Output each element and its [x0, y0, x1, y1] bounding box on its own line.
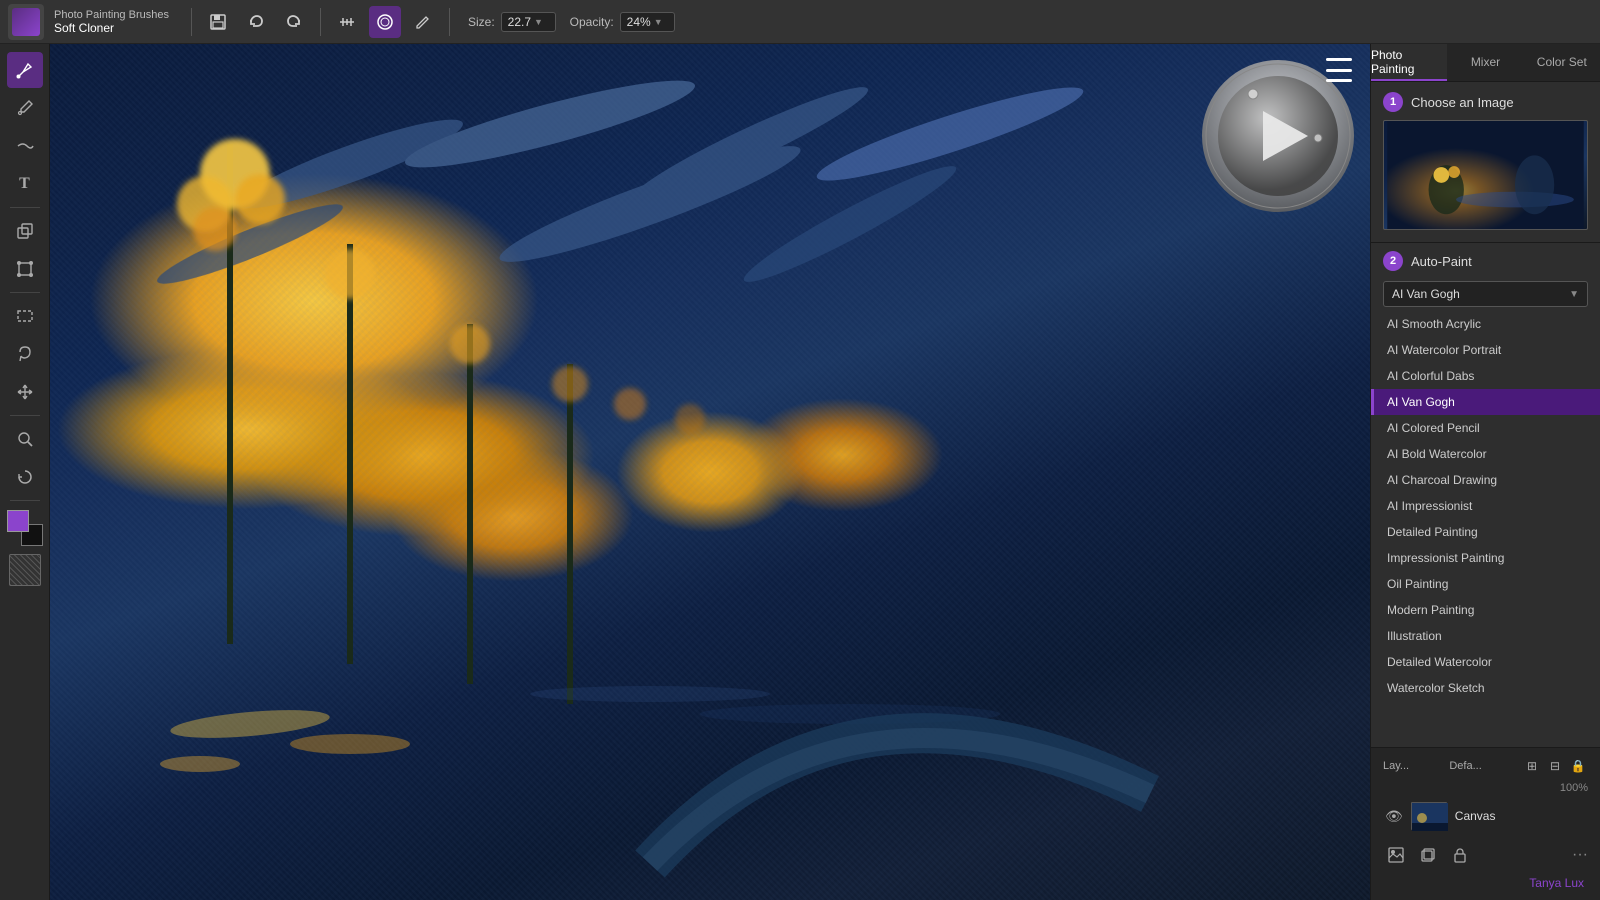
default-label: Defa... [1449, 760, 1481, 772]
app-logo [8, 4, 44, 40]
color-swatches[interactable] [7, 510, 43, 546]
layer-icon-2[interactable]: ⊟ [1545, 756, 1565, 776]
style-item-illustration[interactable]: Illustration [1371, 623, 1600, 649]
brush-selector-button[interactable] [369, 6, 401, 38]
toolbar-separator-3 [449, 8, 450, 36]
foreground-color-swatch[interactable] [7, 510, 29, 532]
style-item-ai-bold-watercolor[interactable]: AI Bold Watercolor [1371, 441, 1600, 467]
opacity-display: 100% [1379, 782, 1592, 794]
eyedropper-tool-button[interactable] [7, 90, 43, 126]
move-tool-button[interactable] [7, 374, 43, 410]
toolbar-separator-1 [191, 8, 192, 36]
clone-tool-button[interactable] [7, 213, 43, 249]
painting-canvas [50, 44, 1370, 900]
photo-painting-icon[interactable] [1383, 842, 1409, 868]
credit-label: Tanya Lux [1379, 874, 1592, 894]
step1-label: Choose an Image [1411, 95, 1514, 110]
step1-header: 1 Choose an Image [1371, 82, 1600, 120]
tab-color-set[interactable]: Color Set [1524, 44, 1600, 81]
size-dropdown-arrow: ▼ [534, 17, 543, 27]
panel-content: 1 Choose an Image [1371, 82, 1600, 747]
layers-label: Lay... [1383, 760, 1409, 772]
opacity-dropdown-arrow: ▼ [654, 17, 663, 27]
style-item-detailed-watercolor[interactable]: Detailed Watercolor [1371, 649, 1600, 675]
left-tool-panel: T [0, 44, 50, 900]
layer-add-icon[interactable] [1415, 842, 1441, 868]
step2-number: 2 [1383, 251, 1403, 271]
brush-tool-button[interactable] [7, 52, 43, 88]
app-subtitle: Soft Cloner [54, 21, 169, 35]
lasso-tool-button[interactable] [7, 336, 43, 372]
size-label: Size: [468, 15, 495, 29]
tool-separator-4 [10, 500, 40, 501]
bottom-icons-bar: ··· [1379, 838, 1592, 870]
layer-icon-lock[interactable]: 🔒 [1568, 756, 1588, 776]
canvas-area[interactable] [50, 44, 1370, 900]
size-value: 22.7 [508, 15, 531, 29]
app-title: Photo Painting Brushes [54, 9, 169, 21]
redo-button[interactable] [278, 6, 310, 38]
more-options-button[interactable]: ··· [1572, 846, 1588, 864]
style-item-ai-impressionist[interactable]: AI Impressionist [1371, 493, 1600, 519]
step2-label: Auto-Paint [1411, 254, 1472, 269]
layer-icons: ⊞ ⊟ 🔒 [1522, 756, 1588, 776]
smudge-tool-button[interactable] [7, 128, 43, 164]
marquee-tool-button[interactable] [7, 298, 43, 334]
style-item-ai-charcoal-drawing[interactable]: AI Charcoal Drawing [1371, 467, 1600, 493]
text-tool-button[interactable]: T [7, 166, 43, 202]
paper-texture-swatch[interactable] [9, 554, 41, 586]
canvas-layer-row: 👁 Canvas [1379, 798, 1592, 834]
style-item-ai-colored-pencil[interactable]: AI Colored Pencil [1371, 415, 1600, 441]
style-item-modern-painting[interactable]: Modern Painting [1371, 597, 1600, 623]
right-panel: Photo Painting Mixer Color Set 1 Choose … [1370, 44, 1600, 900]
style-item-ai-smooth-acrylic[interactable]: AI Smooth Acrylic [1371, 311, 1600, 337]
style-item-ai-van-gogh[interactable]: AI Van Gogh [1371, 389, 1600, 415]
size-value-box[interactable]: 22.7 ▼ [501, 12, 556, 32]
transform-tool-button[interactable] [7, 251, 43, 287]
opacity-label: Opacity: [570, 15, 614, 29]
style-item-oil-painting[interactable]: Oil Painting [1371, 571, 1600, 597]
dropdown-arrow-icon: ▼ [1569, 289, 1579, 300]
style-item-ai-watercolor-portrait[interactable]: AI Watercolor Portrait [1371, 337, 1600, 363]
panel-tabs: Photo Painting Mixer Color Set [1371, 44, 1600, 82]
layer-thumbnail [1411, 802, 1447, 830]
zoom-tool-button[interactable] [7, 421, 43, 457]
main-area: T [0, 44, 1600, 900]
app-title-block: Photo Painting Brushes Soft Cloner [54, 9, 169, 35]
rotate-view-button[interactable] [7, 459, 43, 495]
toolbar-separator-2 [320, 8, 321, 36]
style-item-detailed-painting[interactable]: Detailed Painting [1371, 519, 1600, 545]
tab-photo-painting[interactable]: Photo Painting [1371, 44, 1447, 81]
tool-separator-1 [10, 207, 40, 208]
style-item-ai-colorful-dabs[interactable]: AI Colorful Dabs [1371, 363, 1600, 389]
lock-icon[interactable] [1447, 842, 1473, 868]
straighten-button[interactable] [331, 6, 363, 38]
style-dropdown[interactable]: AI Van Gogh ▼ [1383, 281, 1588, 307]
toolbar: Photo Painting Brushes Soft Cloner Size:… [0, 0, 1600, 44]
style-item-watercolor-sketch[interactable]: Watercolor Sketch [1371, 675, 1600, 701]
tab-mixer[interactable]: Mixer [1447, 44, 1523, 81]
undo-button[interactable] [240, 6, 272, 38]
style-list: AI Smooth Acrylic AI Watercolor Portrait… [1371, 311, 1600, 701]
step2-header: 2 Auto-Paint [1371, 242, 1600, 277]
tool-separator-2 [10, 292, 40, 293]
layer-icon-1[interactable]: ⊞ [1522, 756, 1542, 776]
selected-style-label: AI Van Gogh [1392, 287, 1460, 301]
style-item-impressionist-painting[interactable]: Impressionist Painting [1371, 545, 1600, 571]
tool-separator-3 [10, 415, 40, 416]
layer-name-label: Canvas [1455, 809, 1586, 823]
layer-visibility-toggle[interactable]: 👁 [1385, 808, 1403, 825]
right-bottom-bar: Lay... Defa... ⊞ ⊟ 🔒 100% 👁 Canvas [1371, 747, 1600, 900]
opacity-value: 24% [627, 15, 651, 29]
opacity-value-box[interactable]: 24% ▼ [620, 12, 675, 32]
save-button[interactable] [202, 6, 234, 38]
step1-number: 1 [1383, 92, 1403, 112]
image-preview[interactable] [1383, 120, 1588, 230]
canvas-menu-button[interactable] [1326, 58, 1356, 82]
pen-button[interactable] [407, 6, 439, 38]
